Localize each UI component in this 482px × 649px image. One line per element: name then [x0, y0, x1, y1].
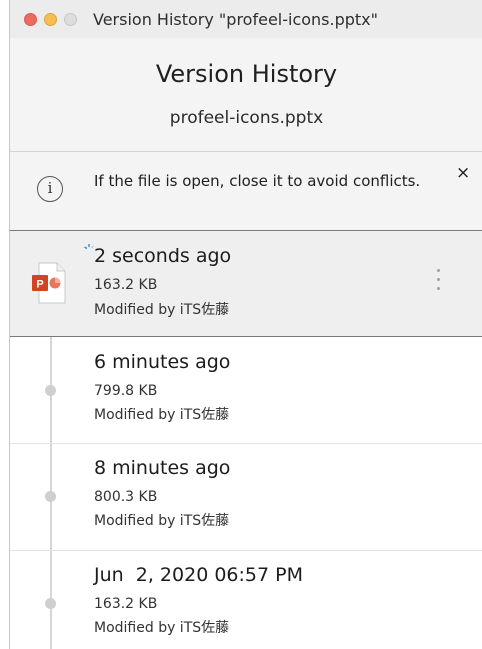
version-size: 799.8 KB: [94, 383, 158, 399]
panel-title: Version History: [155, 60, 338, 88]
file-name: profeel-icons.pptx: [169, 108, 324, 128]
notice-text: If the file is open, close it to avoid c…: [94, 172, 421, 190]
version-row-3[interactable]: 8 minutes ago 800.3 KB Modified by iTS佐藤: [10, 443, 482, 551]
version-row-1[interactable]: P 2 seconds ago 163.2 KB Modified by iTS…: [10, 230, 482, 337]
close-window-button[interactable]: [24, 13, 37, 26]
version-modified-by: Modified by iTS佐藤: [94, 513, 230, 529]
powerpoint-file-icon: P: [32, 262, 66, 304]
version-time: 6 minutes ago: [94, 351, 231, 373]
version-time: 2 seconds ago: [94, 245, 232, 267]
timeline-dot: [45, 491, 56, 502]
timeline-dot: [45, 385, 56, 396]
title-bar[interactable]: Version History "profeel-icons.pptx": [10, 0, 482, 38]
version-size: 163.2 KB: [94, 277, 158, 293]
panel-header: Version History profeel-icons.pptx: [10, 38, 482, 152]
version-history-window: Version History "profeel-icons.pptx" Ver…: [9, 0, 482, 649]
version-row-2[interactable]: 6 minutes ago 799.8 KB Modified by iTS佐藤: [10, 337, 482, 444]
zoom-window-button[interactable]: [64, 13, 77, 26]
version-size: 800.3 KB: [94, 489, 158, 505]
window-title: Version History "profeel-icons.pptx": [93, 10, 379, 29]
more-options-button[interactable]: [435, 269, 441, 293]
timeline-dot: [45, 598, 56, 609]
version-modified-by: Modified by iTS佐藤: [94, 620, 230, 636]
version-size: 163.2 KB: [94, 596, 158, 612]
svg-text:P: P: [36, 279, 43, 291]
version-time: Jun 2, 2020 06:57 PM: [94, 564, 303, 586]
version-row-4[interactable]: Jun 2, 2020 06:57 PM 163.2 KB Modified b…: [10, 550, 482, 649]
version-modified-by: Modified by iTS佐藤: [94, 302, 230, 318]
version-modified-by: Modified by iTS佐藤: [94, 407, 230, 423]
minimize-window-button[interactable]: [44, 13, 57, 26]
conflict-notice: i If the file is open, close it to avoid…: [10, 152, 482, 231]
version-time: 8 minutes ago: [94, 457, 231, 479]
info-icon: i: [37, 176, 63, 202]
close-notice-button[interactable]: ×: [456, 163, 470, 183]
